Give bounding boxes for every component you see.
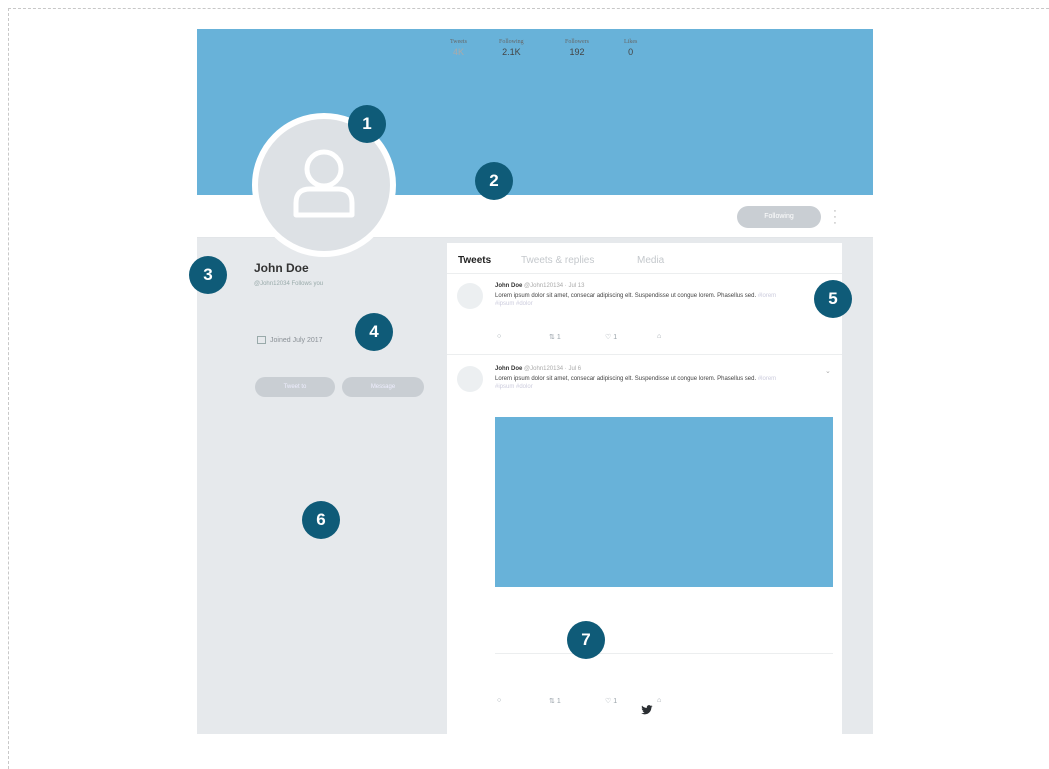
tweet-author[interactable]: John Doe	[495, 366, 522, 372]
tweet-body: Lorem ipsum dolor sit amet, consecar adi…	[495, 376, 757, 382]
tweet-header: John Doe @John120134 · Jul 6	[495, 366, 581, 372]
stat-value: 192	[569, 47, 585, 57]
tab-tweets-replies[interactable]: Tweets & replies	[521, 255, 594, 266]
chevron-down-icon[interactable]: ⌄	[825, 367, 831, 375]
tweet-header: John Doe @John120134 · Jul 13	[495, 283, 584, 289]
retweet-icon[interactable]: ⇅ 1	[549, 697, 561, 705]
callout-6: 6	[302, 501, 340, 539]
share-icon[interactable]: ⌂	[657, 333, 661, 340]
stat-value: 0	[628, 47, 634, 57]
stat-label: Followers	[565, 39, 589, 45]
reply-icon[interactable]: ○	[497, 697, 501, 704]
profile-mockup: Tweets 4K Following 2.1K Followers 192 L…	[197, 29, 873, 734]
tweet-avatar[interactable]	[457, 283, 483, 309]
share-icon[interactable]: ⌂	[657, 697, 661, 704]
callout-4: 4	[355, 313, 393, 351]
stat-label: Following	[499, 39, 524, 45]
tab-media[interactable]: Media	[637, 255, 664, 266]
callout-5: 5	[814, 280, 852, 318]
profile-handle: @John12034 Follows you	[254, 281, 324, 287]
tab-tweets[interactable]: Tweets	[458, 255, 491, 266]
timeline: Tweets Tweets & replies Media John Doe @…	[447, 243, 842, 734]
tweet-meta: @John120134 · Jul 13	[524, 283, 585, 289]
tweet-text: Lorem ipsum dolor sit amet, consecar adi…	[495, 292, 795, 308]
profile-name: John Doe	[254, 261, 309, 275]
stat-label: Tweets	[450, 39, 467, 45]
calendar-icon	[257, 336, 266, 344]
retweet-icon[interactable]: ⇅ 1	[549, 333, 561, 341]
tweet-to-button[interactable]: Tweet to	[255, 377, 335, 397]
tweet-author[interactable]: John Doe	[495, 283, 522, 289]
reply-icon[interactable]: ○	[497, 333, 501, 340]
tweet-avatar[interactable]	[457, 366, 483, 392]
retweet-count: 1	[556, 334, 561, 341]
callout-2: 2	[475, 162, 513, 200]
user-icon	[293, 149, 355, 218]
following-button[interactable]: Following	[737, 206, 821, 228]
like-count: 1	[613, 334, 618, 341]
joined-date: Joined July 2017	[257, 336, 323, 344]
stat-following[interactable]: Following 2.1K	[499, 39, 524, 57]
stat-label: Likes	[624, 39, 638, 45]
tweet-media-image[interactable]	[495, 417, 833, 587]
like-icon[interactable]: ♡ 1	[605, 333, 617, 341]
like-count: 1	[613, 698, 618, 705]
message-button[interactable]: Message	[342, 377, 424, 397]
more-options-icon[interactable]: · · ·	[831, 206, 839, 229]
stat-followers[interactable]: Followers 192	[565, 39, 589, 57]
callout-1: 1	[348, 105, 386, 143]
stat-value: 2.1K	[502, 47, 521, 57]
retweet-count: 1	[556, 698, 561, 705]
callout-3: 3	[189, 256, 227, 294]
callout-7: 7	[567, 621, 605, 659]
divider	[495, 653, 833, 654]
stat-value: 4K	[452, 47, 464, 57]
like-icon[interactable]: ♡ 1	[605, 697, 617, 705]
stat-likes[interactable]: Likes 0	[624, 39, 637, 57]
joined-label: Joined July 2017	[270, 336, 323, 344]
stat-tweets[interactable]: Tweets 4K	[450, 39, 467, 57]
tweet-meta: @John120134 · Jul 6	[524, 366, 582, 372]
divider	[447, 354, 842, 355]
tweet-body: Lorem ipsum dolor sit amet, consecar adi…	[495, 293, 757, 299]
twitter-bird-icon	[641, 705, 653, 715]
tweet-text: Lorem ipsum dolor sit amet, consecar adi…	[495, 375, 795, 391]
timeline-tabs: Tweets Tweets & replies Media	[447, 243, 842, 274]
